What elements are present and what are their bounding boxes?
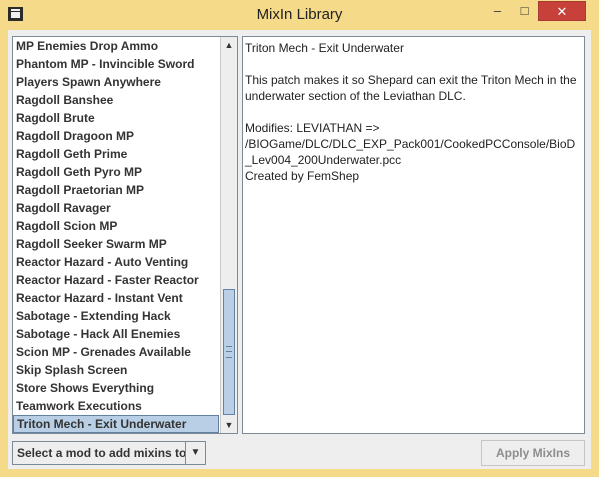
scrollbar-thumb[interactable] [223,289,235,415]
list-item[interactable]: Reactor Hazard - Instant Vent [13,289,219,307]
list-item[interactable]: Ragdoll Geth Pyro MP [13,163,219,181]
description-line: This patch makes it so Shepard can exit … [245,73,577,87]
list-item[interactable]: Reactor Hazard - Faster Reactor [13,271,219,289]
list-item[interactable]: Sabotage - Hack All Enemies [13,325,219,343]
list-item[interactable]: Store Shows Everything [13,379,219,397]
description-line [245,56,582,72]
list-item[interactable]: Players Spawn Anywhere [13,73,219,91]
list-item[interactable]: Ragdoll Brute [13,109,219,127]
description-line: underwater section of the Leviathan DLC. [245,89,466,103]
chevron-down-icon[interactable]: ▼ [186,442,205,464]
mod-select-dropdown[interactable]: Select a mod to add mixins to ▼ [12,441,206,465]
description-line: Triton Mech - Exit Underwater [245,41,404,55]
mod-select-value[interactable]: Select a mod to add mixins to [13,442,186,464]
list-item[interactable]: Triton Mech - Exit Underwater [13,415,219,433]
mixin-list[interactable]: MP Enemies Drop Ammo Phantom MP - Invinci… [12,36,238,434]
list-item[interactable]: Ragdoll Geth Prime [13,145,219,163]
mixin-list-items: MP Enemies Drop Ammo Phantom MP - Invinci… [13,37,220,433]
list-item[interactable]: Ragdoll Dragoon MP [13,127,219,145]
list-item[interactable]: Ragdoll Scion MP [13,217,219,235]
description-line: _Lev004_200Underwater.pcc [245,153,402,167]
client-area: MP Enemies Drop Ammo Phantom MP - Invinci… [8,30,591,469]
list-item[interactable]: MP Enemies Drop Ammo [13,37,219,55]
list-item[interactable]: Ragdoll Banshee [13,91,219,109]
list-scrollbar[interactable]: ▲ ▼ [220,37,237,433]
list-item[interactable]: Ragdoll Praetorian MP [13,181,219,199]
list-item[interactable]: Phantom MP - Invincible Sword [13,55,219,73]
mixin-library-window: MixIn Library – □ ✕ MP Enemies Drop Ammo… [0,0,599,477]
apply-mixins-button[interactable]: Apply MixIns [481,440,585,466]
list-item[interactable]: Sabotage - Extending Hack [13,307,219,325]
description-line [245,104,582,120]
scroll-down-arrow-icon[interactable]: ▼ [221,418,237,432]
mixin-description-panel[interactable]: Triton Mech - Exit Underwater This patch … [242,36,585,434]
description-line: /BIOGame/DLC/DLC_EXP_Pack001/CookedPCCon… [245,137,576,151]
maximize-button[interactable]: □ [511,1,538,21]
description-line: Modifies: LEVIATHAN => [245,121,380,135]
list-item[interactable]: Scion MP - Grenades Available [13,343,219,361]
list-item[interactable]: Skip Splash Screen [13,361,219,379]
list-item[interactable]: Teamwork Executions [13,397,219,415]
title-bar[interactable]: MixIn Library – □ ✕ [0,0,599,30]
list-item[interactable]: Ragdoll Seeker Swarm MP [13,235,219,253]
list-item[interactable]: Reactor Hazard - Auto Venting [13,253,219,271]
list-item[interactable]: Ragdoll Ravager [13,199,219,217]
scroll-up-arrow-icon[interactable]: ▲ [221,38,237,52]
description-line: Created by FemShep [245,169,360,183]
minimize-button[interactable]: – [484,1,511,21]
close-button[interactable]: ✕ [538,1,586,21]
thumb-grip-icon [226,346,232,358]
